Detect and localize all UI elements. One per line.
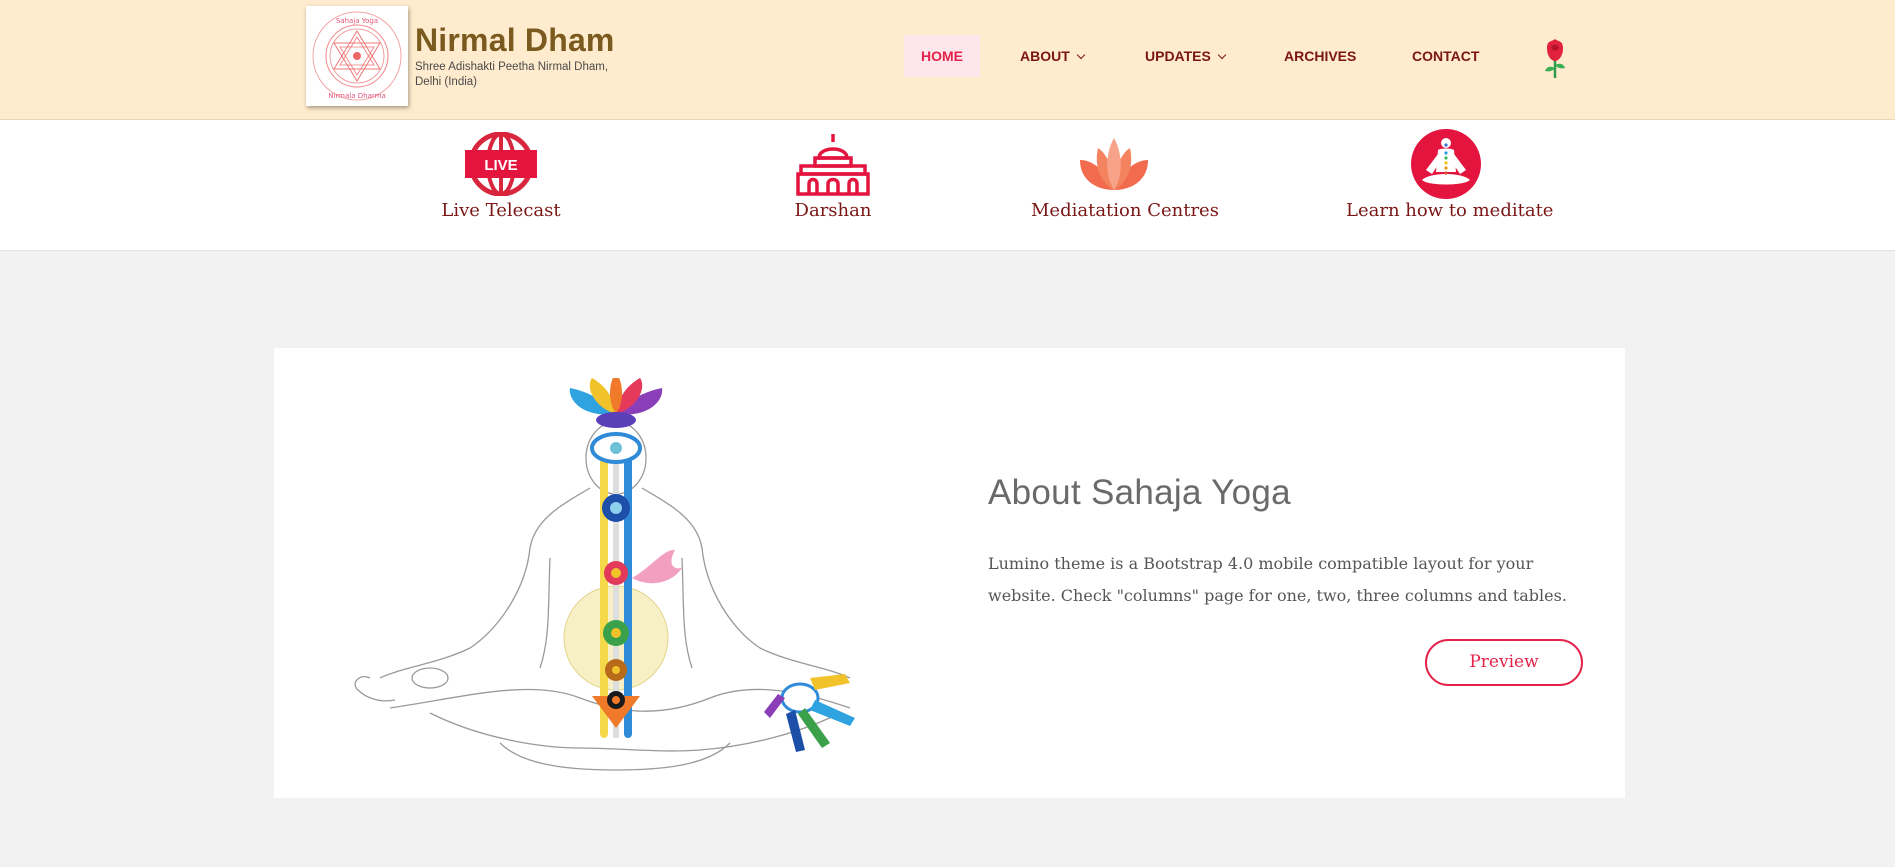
nav-updates[interactable]: UPDATES	[1145, 35, 1227, 77]
quick-link-learn-meditate[interactable]: Learn how to meditate	[1346, 128, 1554, 221]
logo-ring-text: Sahaja Yoga	[336, 17, 378, 25]
nav-about-label: ABOUT	[1020, 48, 1070, 64]
quick-link-label: Learn how to meditate	[1346, 200, 1554, 221]
live-badge: LIVE	[484, 157, 517, 174]
site-subtitle: Shree Adishakti Peetha Nirmal Dham, Delh…	[415, 61, 609, 88]
site-logo[interactable]: Sahaja Yoga Nirmala Dharma	[306, 6, 408, 106]
quick-link-label: Live Telecast	[441, 200, 561, 221]
lotus-icon	[1080, 138, 1148, 190]
nav-archives-label: ARCHIVES	[1284, 48, 1357, 64]
chakra-meditation-figure	[354, 378, 855, 771]
nav-contact-label: CONTACT	[1412, 48, 1480, 64]
nav-updates-label: UPDATES	[1145, 48, 1211, 64]
rose-icon[interactable]	[1540, 38, 1570, 80]
sri-yantra-icon: Sahaja Yoga Nirmala Dharma	[312, 11, 402, 101]
nav-archives[interactable]: ARCHIVES	[1284, 35, 1356, 77]
meditation-icon	[1411, 129, 1481, 199]
site-title[interactable]: Nirmal Dham	[415, 22, 615, 59]
temple-icon	[796, 134, 870, 196]
preview-button[interactable]: Preview	[1425, 639, 1583, 686]
quick-link-live-telecast[interactable]: LIVE Live Telecast	[399, 132, 603, 221]
nav-contact[interactable]: CONTACT	[1412, 35, 1479, 77]
quick-link-meditation-centres[interactable]: Mediatation Centres	[1031, 132, 1219, 221]
quick-link-darshan[interactable]: Darshan	[731, 132, 935, 221]
live-globe-icon: LIVE	[465, 132, 537, 196]
site-header: Sahaja Yoga Nirmala Dharma Nirmal Dham S…	[0, 0, 1895, 120]
nav-about[interactable]: ABOUT	[1020, 35, 1086, 77]
chevron-down-icon	[1076, 50, 1086, 60]
about-card: About Sahaja Yoga Lumino theme is a Boot…	[274, 348, 1625, 798]
about-title: About Sahaja Yoga	[988, 473, 1291, 512]
svg-text:Nirmala Dharma: Nirmala Dharma	[328, 92, 385, 100]
about-description: Lumino theme is a Bootstrap 4.0 mobile c…	[988, 554, 1567, 605]
nav-home[interactable]: HOME	[904, 35, 980, 77]
quick-link-label: Mediatation Centres	[1031, 200, 1219, 221]
quick-links-bar: LIVE Live Telecast Darshan Mediatation C…	[0, 120, 1895, 251]
quick-link-label: Darshan	[794, 200, 872, 221]
nav-home-label: HOME	[921, 48, 963, 64]
chevron-down-icon	[1217, 50, 1227, 60]
